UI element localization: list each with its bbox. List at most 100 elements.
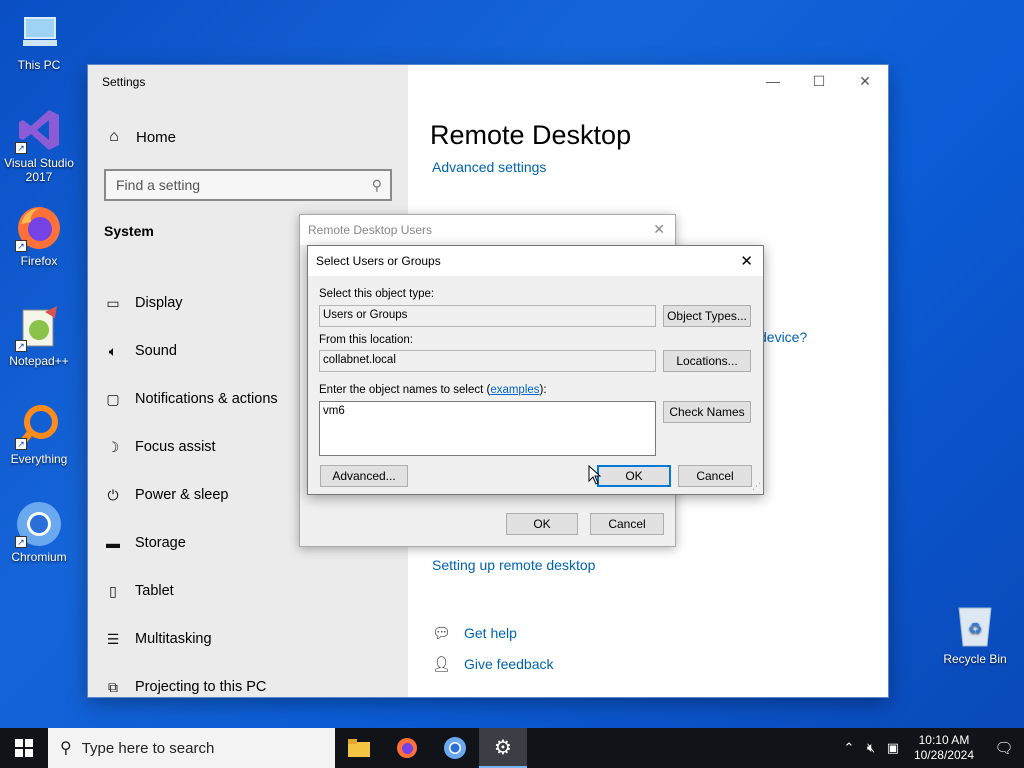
gear-icon: ⚙ bbox=[494, 736, 512, 759]
cancel-button[interactable]: Cancel bbox=[678, 465, 752, 487]
close-button[interactable]: ✕ bbox=[653, 221, 665, 238]
notification-center-icon[interactable]: 🗨︎ bbox=[984, 739, 1024, 757]
dialog-title: Select Users or Groups bbox=[308, 246, 763, 276]
search-icon: ⚲ bbox=[60, 740, 72, 757]
mouse-cursor-icon bbox=[588, 465, 602, 485]
location-label: From this location: bbox=[319, 334, 413, 346]
moon-icon: ☽ bbox=[106, 438, 120, 455]
volume-muted-icon[interactable]: 🔇︎ bbox=[860, 740, 882, 756]
object-names-input[interactable]: vm6 bbox=[319, 401, 656, 456]
desktop-icon-label: Visual Studio 2017 bbox=[4, 156, 74, 184]
close-button[interactable]: ✕ bbox=[842, 65, 888, 97]
ok-button[interactable]: OK bbox=[597, 465, 671, 487]
nav-item-label: Power & sleep bbox=[135, 487, 229, 503]
nav-item-label: Projecting to this PC bbox=[135, 679, 267, 695]
app-title: Settings bbox=[102, 75, 146, 89]
nav-item-tablet[interactable]: ▯ Tablet bbox=[104, 567, 278, 615]
nav-item-notifications[interactable]: ▢ Notifications & actions bbox=[104, 375, 278, 423]
nav-item-display[interactable]: ▭ Display bbox=[104, 279, 278, 327]
home-icon: ⌂ bbox=[109, 128, 119, 145]
resize-grip-icon[interactable]: ⋰ bbox=[752, 481, 761, 492]
desktop-icon-label: Firefox bbox=[20, 254, 58, 268]
storage-icon: ▬ bbox=[106, 535, 120, 551]
multitasking-icon: ☰ bbox=[106, 630, 120, 647]
taskbar-search-input[interactable]: ⚲ Type here to search bbox=[48, 728, 335, 768]
location-field: collabnet.local bbox=[319, 350, 656, 372]
tablet-icon: ▯ bbox=[109, 582, 117, 599]
desktop-icon-label: This PC bbox=[17, 58, 61, 72]
give-feedback-row[interactable]: 👤︎ Give feedback bbox=[432, 655, 554, 673]
desktop-icon-label: Everything bbox=[10, 452, 68, 466]
start-button[interactable] bbox=[0, 728, 48, 768]
nav-item-label: Focus assist bbox=[135, 439, 216, 455]
desktop-icon-everything[interactable]: ↗ Everything bbox=[0, 402, 78, 466]
computer-icon bbox=[15, 8, 63, 56]
close-button[interactable]: ✕ bbox=[740, 252, 753, 270]
recycle-bin-icon: ♻ bbox=[951, 602, 999, 650]
ok-button[interactable]: OK bbox=[506, 513, 578, 535]
taskbar: ⚲ Type here to search ⚙ ⌃ 🔇︎ ▣ 10:10 AM … bbox=[0, 728, 1024, 768]
nav-item-focus-assist[interactable]: ☽ Focus assist bbox=[104, 423, 278, 471]
locations-button[interactable]: Locations... bbox=[663, 350, 751, 372]
advanced-settings-link[interactable]: Advanced settings bbox=[432, 159, 546, 175]
minimize-button[interactable]: — bbox=[750, 65, 796, 97]
nav-item-sound[interactable]: 🔈︎ Sound bbox=[104, 327, 278, 375]
nav-home-label: Home bbox=[136, 128, 177, 146]
get-help-row[interactable]: 💬︎ Get help bbox=[432, 624, 517, 642]
maximize-button[interactable]: ☐ bbox=[796, 65, 842, 97]
clock[interactable]: 10:10 AM 10/28/2024 bbox=[904, 733, 984, 763]
object-types-button[interactable]: Object Types... bbox=[663, 305, 751, 327]
nav-item-label: Storage bbox=[135, 535, 186, 551]
close-icon: ✕ bbox=[653, 221, 665, 237]
cancel-button[interactable]: Cancel bbox=[590, 513, 664, 535]
desktop-icon-firefox[interactable]: ↗ Firefox bbox=[0, 204, 78, 268]
taskbar-file-explorer[interactable] bbox=[335, 728, 383, 768]
speaker-icon: 🔈︎ bbox=[108, 342, 118, 359]
advanced-button[interactable]: Advanced... bbox=[320, 465, 408, 487]
select-users-dialog: Select Users or Groups ✕ Select this obj… bbox=[307, 245, 764, 495]
network-icon[interactable]: ▣ bbox=[882, 740, 904, 756]
examples-link[interactable]: examples bbox=[490, 384, 539, 396]
nav-item-multitasking[interactable]: ☰ Multitasking bbox=[104, 615, 278, 663]
desktop-icon-this-pc[interactable]: This PC bbox=[0, 8, 78, 72]
desktop-icon-chromium[interactable]: ↗ Chromium bbox=[0, 500, 78, 564]
chevron-up-icon[interactable]: ⌃ bbox=[838, 740, 860, 756]
projecting-icon: ⧉ bbox=[108, 678, 118, 695]
desktop-icon-visual-studio[interactable]: ↗ Visual Studio 2017 bbox=[0, 106, 78, 184]
nav-item-label: Sound bbox=[135, 343, 177, 359]
nav-item-power-sleep[interactable]: ⏻ Power & sleep bbox=[104, 471, 278, 519]
find-setting-input[interactable]: Find a setting ⚲ bbox=[104, 169, 392, 201]
visual-studio-icon: ↗ bbox=[15, 106, 63, 154]
section-title: System bbox=[104, 223, 154, 239]
close-icon: ✕ bbox=[859, 72, 871, 89]
partial-device-link[interactable]: device? bbox=[759, 329, 807, 345]
notification-icon: ▢ bbox=[106, 390, 120, 407]
system-tray: ⌃ 🔇︎ ▣ 10:10 AM 10/28/2024 🗨︎ bbox=[838, 728, 1024, 768]
folder-icon bbox=[348, 739, 370, 757]
nav-item-projecting[interactable]: ⧉ Projecting to this PC bbox=[104, 663, 278, 711]
desktop-icon-recycle-bin[interactable]: ♻ Recycle Bin bbox=[936, 602, 1014, 666]
give-feedback-link[interactable]: Give feedback bbox=[464, 656, 554, 672]
firefox-icon: ↗ bbox=[15, 204, 63, 252]
taskbar-chromium[interactable] bbox=[431, 728, 479, 768]
nav-item-storage[interactable]: ▬ Storage bbox=[104, 519, 278, 567]
get-help-link[interactable]: Get help bbox=[464, 625, 517, 641]
check-names-button[interactable]: Check Names bbox=[663, 401, 751, 423]
notepad-plus-plus-icon: ↗ bbox=[15, 304, 63, 352]
nav-item-label: Notifications & actions bbox=[135, 391, 278, 407]
taskbar-settings[interactable]: ⚙ bbox=[479, 728, 527, 768]
chromium-icon: ↗ bbox=[15, 500, 63, 548]
nav-home[interactable]: ⌂ Home bbox=[104, 128, 176, 146]
nav-item-label: Tablet bbox=[135, 583, 174, 599]
desktop-icon-notepadpp[interactable]: ↗ Notepad++ bbox=[0, 304, 78, 368]
object-names-label-prefix: Enter the object names to select ( bbox=[319, 384, 491, 396]
feedback-icon: 👤︎ bbox=[432, 656, 452, 673]
nav-item-label: Multitasking bbox=[135, 631, 212, 647]
desktop-icon-label: Chromium bbox=[11, 550, 67, 564]
page-title: Remote Desktop bbox=[430, 120, 632, 150]
object-type-field: Users or Groups bbox=[319, 305, 656, 327]
nav-item-label: Display bbox=[135, 295, 183, 311]
setup-remote-desktop-link[interactable]: Setting up remote desktop bbox=[432, 557, 595, 573]
taskbar-firefox[interactable] bbox=[383, 728, 431, 768]
power-icon: ⏻ bbox=[107, 486, 119, 503]
